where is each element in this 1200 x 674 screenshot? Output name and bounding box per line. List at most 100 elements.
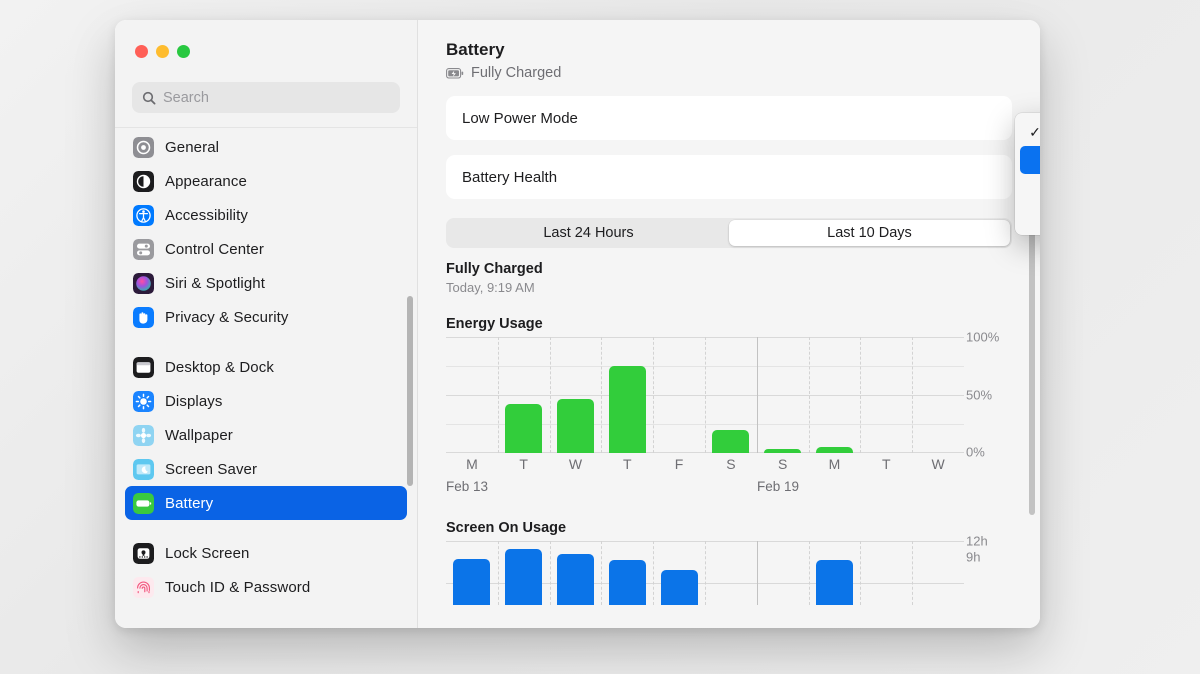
- search-container: [115, 82, 417, 127]
- sidebar-item-privacy-security[interactable]: Privacy & Security: [125, 300, 407, 334]
- sidebar-item-desktop-dock[interactable]: Desktop & Dock: [125, 350, 407, 384]
- accessibility-icon: [133, 204, 154, 226]
- chart-bar-slot: [653, 541, 705, 605]
- sidebar-item-label: Appearance: [165, 172, 247, 190]
- sidebar-item-screen-saver[interactable]: Screen Saver: [125, 452, 407, 486]
- chart-bar-slot: [653, 337, 705, 453]
- chart-bar-slot: [601, 337, 653, 453]
- battery-health-row[interactable]: Battery Health: [446, 155, 1012, 199]
- sidebar-scrollbar-thumb[interactable]: [407, 296, 413, 486]
- sidebar-group-3: Lock Screen Touch ID & Password: [115, 536, 417, 604]
- segment-last-10-days[interactable]: Last 10 Days: [729, 220, 1010, 246]
- energy-usage-date-labels: Feb 13 Feb 19: [446, 479, 964, 499]
- sidebar-item-general[interactable]: General: [125, 130, 407, 164]
- page-title: Battery: [446, 40, 505, 59]
- chart-bar-slot: [757, 337, 809, 453]
- screen-saver-icon: [133, 458, 154, 480]
- battery-status-line: Fully Charged: [446, 65, 1012, 81]
- sidebar-item-battery[interactable]: Battery: [125, 486, 407, 520]
- zoom-button[interactable]: [177, 44, 190, 58]
- time-range-segmented-control[interactable]: Last 24 Hours Last 10 Days: [446, 218, 1012, 248]
- y-axis-label: 50%: [966, 387, 993, 402]
- chart-bar-slot: [705, 337, 757, 453]
- energy-usage-y-axis: 0% 50% 100%: [966, 330, 1016, 460]
- battery-health-label: Battery Health: [462, 168, 558, 186]
- energy-usage-x-axis: MTWTFSSMTW: [446, 456, 964, 472]
- search-icon: [142, 91, 156, 105]
- lock-screen-icon: [133, 542, 154, 564]
- x-axis-label: M: [466, 456, 478, 472]
- chart-bar-slot: [601, 541, 653, 605]
- sidebar-item-accessibility[interactable]: Accessibility: [125, 198, 407, 232]
- chart-bar-slot: [757, 541, 809, 605]
- chart-bar: [764, 449, 802, 453]
- sidebar-group-1: General Appearance Accessibility Control…: [115, 130, 417, 334]
- x-axis-label: S: [778, 456, 788, 472]
- search-field[interactable]: [132, 82, 400, 113]
- low-power-mode-dropdown-menu[interactable]: ✓ Never Always Only on Battery Only on P…: [1015, 113, 1040, 235]
- chart-bar-slot: [912, 337, 964, 453]
- low-power-mode-row[interactable]: Low Power Mode: [446, 96, 1012, 140]
- y-axis-label: 100%: [966, 329, 1000, 345]
- sidebar-item-appearance[interactable]: Appearance: [125, 164, 407, 198]
- sidebar-item-wallpaper[interactable]: Wallpaper: [125, 418, 407, 452]
- sidebar-item-lock-screen[interactable]: Lock Screen: [125, 536, 407, 570]
- x-axis-label: W: [931, 456, 945, 472]
- sidebar-item-label: Control Center: [165, 240, 264, 258]
- y-axis-label: 9h: [966, 549, 981, 565]
- sidebar-item-label: Battery: [165, 494, 214, 512]
- screen-on-usage-title: Screen On Usage: [446, 520, 567, 536]
- sidebar-item-touch-id-password[interactable]: Touch ID & Password: [125, 570, 407, 604]
- chart-bar: [505, 549, 543, 605]
- menu-item-never[interactable]: ✓ Never: [1020, 118, 1040, 146]
- content-pane: Battery Fully Charged Low Power Mode Bat…: [418, 20, 1040, 628]
- displays-icon: [133, 390, 154, 412]
- chart-bar: [660, 569, 698, 605]
- desktop-dock-icon: [133, 356, 154, 378]
- chart-bar-slot: [809, 337, 861, 453]
- chart-bar: [505, 403, 543, 453]
- y-axis-label: 0%: [966, 444, 985, 460]
- charge-status-block: Fully Charged Today, 9:19 AM: [446, 261, 1012, 295]
- chart-bar-slot: [860, 337, 912, 453]
- x-axis-label: W: [568, 456, 583, 472]
- sidebar-group-2: Desktop & Dock Displays Wallpaper Screen…: [115, 350, 417, 520]
- sidebar-nav: General Appearance Accessibility Control…: [115, 127, 417, 628]
- minimize-button[interactable]: [156, 44, 169, 58]
- segment-last-24-hours[interactable]: Last 24 Hours: [448, 220, 729, 246]
- sidebar-item-siri-spotlight[interactable]: Siri & Spotlight: [125, 266, 407, 300]
- chart-bar: [453, 559, 491, 605]
- chart-bar-slot: [446, 541, 498, 605]
- x-axis-label: T: [623, 456, 632, 472]
- battery-icon: [133, 492, 154, 514]
- chart-bar-slot: [446, 337, 498, 453]
- screen-on-usage-plot: 9h 12h: [446, 534, 988, 605]
- screen-on-usage-y-axis: 9h 12h: [966, 534, 1016, 605]
- sidebar-item-control-center[interactable]: Control Center: [125, 232, 407, 266]
- menu-item-only-on-power-adapter[interactable]: Only on Power Adapter: [1020, 202, 1040, 230]
- chart-bar: [608, 365, 646, 453]
- menu-item-always[interactable]: Always: [1020, 146, 1040, 174]
- sidebar-item-label: Touch ID & Password: [165, 578, 311, 596]
- sidebar-group-divider: [115, 334, 417, 350]
- wallpaper-icon: [133, 424, 154, 446]
- appearance-icon: [133, 170, 154, 192]
- x-axis-label: S: [726, 456, 736, 472]
- sidebar-item-label: Accessibility: [165, 206, 248, 224]
- chart-bar: [556, 398, 594, 453]
- sidebar-group-divider: [115, 520, 417, 536]
- sidebar-item-label: Privacy & Security: [165, 308, 289, 326]
- close-button[interactable]: [135, 44, 148, 58]
- chart-bar-slot: [912, 541, 964, 605]
- menu-item-only-on-battery[interactable]: Only on Battery: [1020, 174, 1040, 202]
- chart-bar-slot: [860, 541, 912, 605]
- sidebar-item-label: Lock Screen: [165, 544, 250, 562]
- checkmark-icon: ✓: [1029, 123, 1040, 140]
- privacy-hand-icon: [133, 306, 154, 328]
- sidebar-item-displays[interactable]: Displays: [125, 384, 407, 418]
- search-input[interactable]: [163, 89, 390, 106]
- content-scrollbar-thumb[interactable]: [1029, 205, 1035, 515]
- chart-bar-slot: [550, 337, 602, 453]
- screen-on-usage-chart: 9h 12h: [446, 534, 988, 605]
- date-marker-mid: Feb 19: [757, 479, 800, 494]
